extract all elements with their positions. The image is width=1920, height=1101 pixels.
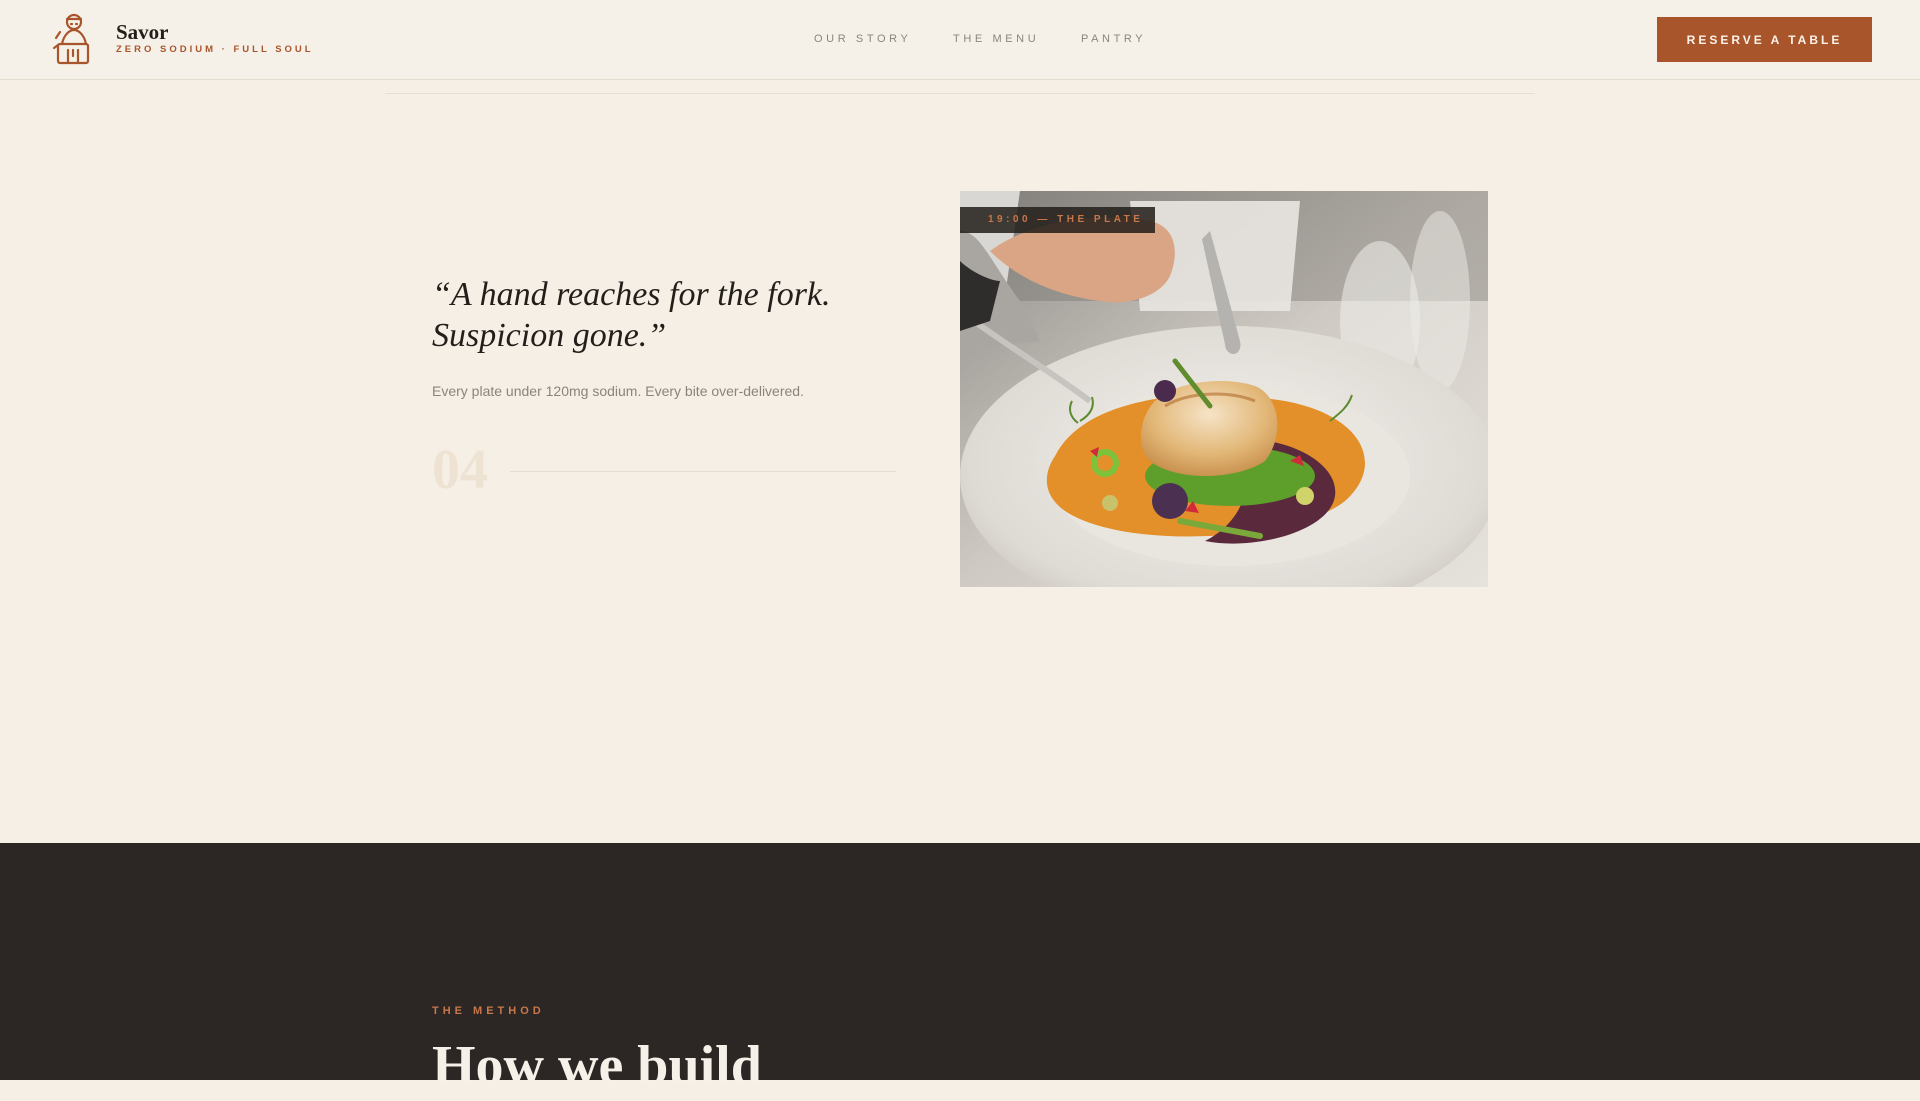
nav-item-the-menu[interactable]: THE MENU bbox=[953, 33, 1039, 45]
method-title: How we build bbox=[432, 1035, 762, 1097]
method-eyebrow: THE METHOD bbox=[432, 1005, 545, 1017]
method-section: THE METHOD How we build bbox=[0, 843, 1920, 1097]
plated-dish-illustration bbox=[960, 191, 1488, 587]
nav-item-our-story[interactable]: OUR STORY bbox=[814, 33, 911, 45]
story-subtext: Every plate under 120mg sodium. Every bi… bbox=[432, 383, 804, 399]
reserve-table-button[interactable]: RESERVE A TABLE bbox=[1657, 17, 1872, 62]
section-divider bbox=[385, 93, 1535, 94]
site-header: Savor ZERO SODIUM · FULL SOUL OUR STORY … bbox=[0, 0, 1920, 80]
story-quote: “A hand reaches for the fork. Suspicion … bbox=[432, 276, 831, 354]
plated-dish-photo bbox=[960, 191, 1488, 587]
main-nav: OUR STORY THE MENU PANTRY bbox=[0, 33, 1920, 47]
step-number: 04 bbox=[432, 439, 488, 501]
photo-caption: 19:00 — THE PLATE bbox=[960, 207, 1156, 233]
nav-item-pantry[interactable]: PANTRY bbox=[1081, 33, 1146, 45]
step-divider bbox=[510, 471, 896, 472]
